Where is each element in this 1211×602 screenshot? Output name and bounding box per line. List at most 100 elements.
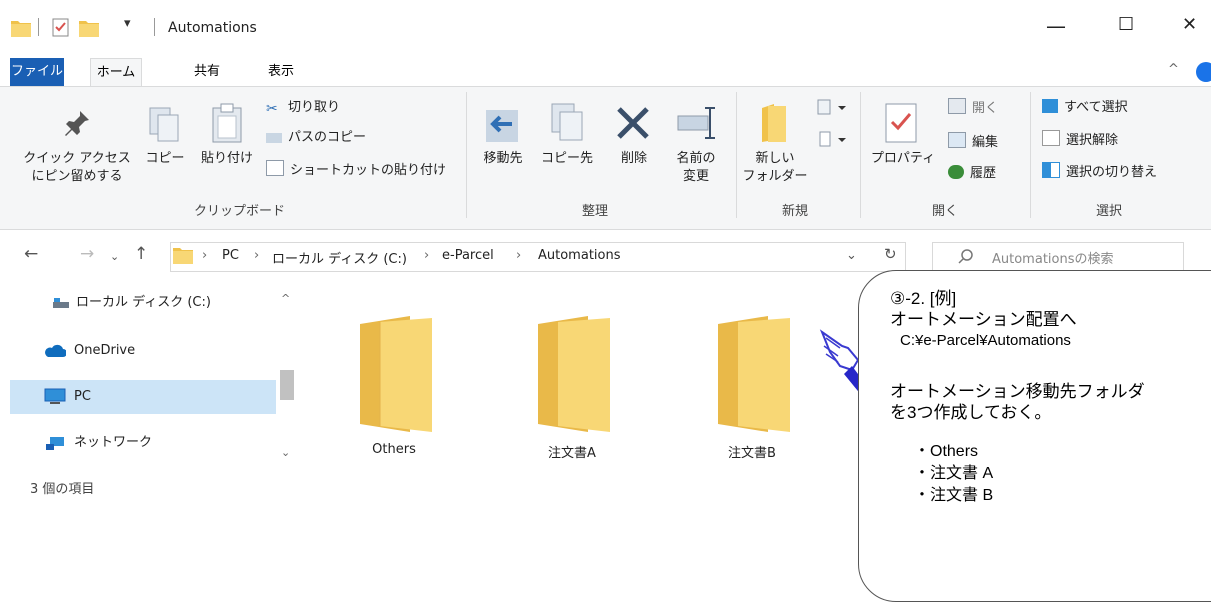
recent-locations-icon[interactable]: ⌄ [110,250,119,263]
rename-button[interactable]: 名前の 変更 [668,150,724,186]
paste-shortcut-button[interactable]: ショートカットの貼り付け [266,160,446,180]
search-icon [958,249,973,264]
new-folder-icon[interactable] [78,18,100,38]
scroll-down-icon[interactable]: ⌄ [281,446,290,459]
paste-icon [212,103,242,143]
history-button[interactable]: 履歴 [948,164,996,184]
clipboard-group-label: クリップボード [194,204,286,219]
tab-home[interactable]: ホーム [90,58,142,87]
collapse-ribbon-icon[interactable]: ^ [1168,62,1179,77]
address-dropdown-icon[interactable]: ⌄ [846,248,857,263]
breadcrumb-local-disk[interactable]: ローカル ディスク (C:) [272,248,407,267]
callout-bullet: ・注文書 A [914,465,994,482]
select-all-icon [1042,99,1058,113]
scroll-up-icon[interactable]: ^ [281,292,290,305]
divider [736,92,737,218]
copy-icon [149,107,179,142]
properties-icon [885,103,917,143]
sidebar-item-onedrive[interactable]: OneDrive [74,340,135,362]
tab-share[interactable]: 共有 [184,58,230,86]
copy-button[interactable]: コピー [140,150,190,168]
invert-selection-icon [1042,162,1060,178]
up-button[interactable]: ↑ [134,244,148,264]
maximize-button[interactable]: ☐ [1118,14,1134,35]
breadcrumb-e-parcel[interactable]: e-Parcel [442,248,494,263]
status-item-count: 3 個の項目 [30,482,95,497]
new-item-icon[interactable] [812,98,848,118]
delete-button[interactable]: 削除 [606,150,662,168]
select-none-button[interactable]: 選択解除 [1042,130,1118,150]
paste-shortcut-label: ショートカットの貼り付け [290,163,447,178]
forward-button[interactable]: → [80,244,94,264]
move-to-icon [486,110,518,142]
refresh-icon[interactable]: ↻ [884,245,897,263]
folder-item-order-a[interactable]: 注文書A [512,308,632,468]
breadcrumb-chevron-icon[interactable]: › [202,248,207,263]
sidebar-item-pc[interactable]: PC [74,386,91,408]
close-button[interactable]: ✕ [1182,14,1197,35]
easy-access-icon[interactable] [812,130,848,150]
divider [154,18,155,36]
minimize-button[interactable]: — [1046,14,1066,38]
organize-group-label: 整理 [582,204,609,219]
breadcrumb-chevron-icon[interactable]: › [254,248,259,263]
new-folder-button[interactable]: 新しい フォルダー [740,150,810,186]
folder-icon [11,21,31,37]
copy-path-button[interactable]: パスのコピー [266,128,366,148]
callout-path: C:¥e-Parcel¥Automations [900,332,1071,349]
properties-button[interactable]: プロパティ [866,150,940,168]
open-group-label: 開く [932,204,959,219]
select-all-label: すべて選択 [1064,100,1128,115]
invert-selection-button[interactable]: 選択の切り替え [1042,162,1157,182]
shortcut-icon [266,160,284,176]
select-group-label: 選択 [1096,204,1123,219]
select-none-icon [1042,130,1060,146]
tab-view[interactable]: 表示 [258,58,304,86]
divider [860,92,861,218]
folder-icon [173,248,193,264]
pin-quick-access-button[interactable]: クイック アクセス にピン留めする [20,150,134,186]
divider [466,92,467,218]
rename-icon [677,107,715,139]
folder-icon [718,316,790,432]
breadcrumb-automations[interactable]: Automations [538,248,621,263]
folder-item-others[interactable]: Others [334,308,454,468]
quick-access-dropdown-icon[interactable]: ▾ [124,16,131,31]
invert-selection-label: 選択の切り替え [1066,165,1158,180]
cut-button[interactable]: ✂ 切り取り [266,98,340,118]
callout-step: ③-2. [例] [890,289,957,308]
help-icon[interactable] [1196,62,1211,82]
copy-path-label: パスのコピー [288,130,367,145]
sidebar-item-network[interactable]: ネットワーク [74,432,152,454]
sidebar-item-local-disk[interactable]: ローカル ディスク (C:) [76,292,211,314]
edit-button[interactable]: 編集 [948,132,998,152]
folder-item-order-b[interactable]: 注文書B [692,308,812,468]
select-none-label: 選択解除 [1066,133,1119,148]
folder-label: 注文書B [728,446,776,461]
move-to-button[interactable]: 移動先 [470,150,536,168]
folder-icon [360,316,432,432]
cut-label: 切り取り [288,100,341,115]
scroll-thumb[interactable] [280,370,294,400]
folder-label: 注文書A [548,446,596,461]
sidebar-scrollbar[interactable]: ^ ⌄ [277,290,295,462]
open-button[interactable]: 開く [948,98,998,118]
history-label: 履歴 [970,166,997,181]
folder-label: Others [372,442,416,457]
select-all-button[interactable]: すべて選択 [1042,98,1128,118]
pc-icon [44,388,66,404]
callout-line: オートメーション配置へ [890,310,1077,329]
new-group-label: 新規 [782,204,809,219]
breadcrumb-chevron-icon[interactable]: › [424,248,429,263]
history-icon [948,165,964,179]
drive-icon [53,298,69,308]
tab-file[interactable]: ファイル [10,58,64,86]
paste-button[interactable]: 貼り付け [195,150,259,168]
open-icon [948,98,966,114]
copy-to-button[interactable]: コピー先 [536,150,598,168]
breadcrumb-pc[interactable]: PC [222,248,239,263]
properties-check-icon[interactable] [52,18,70,38]
back-button[interactable]: ← [24,244,38,264]
path-icon [266,133,282,143]
breadcrumb-chevron-icon[interactable]: › [516,248,521,263]
